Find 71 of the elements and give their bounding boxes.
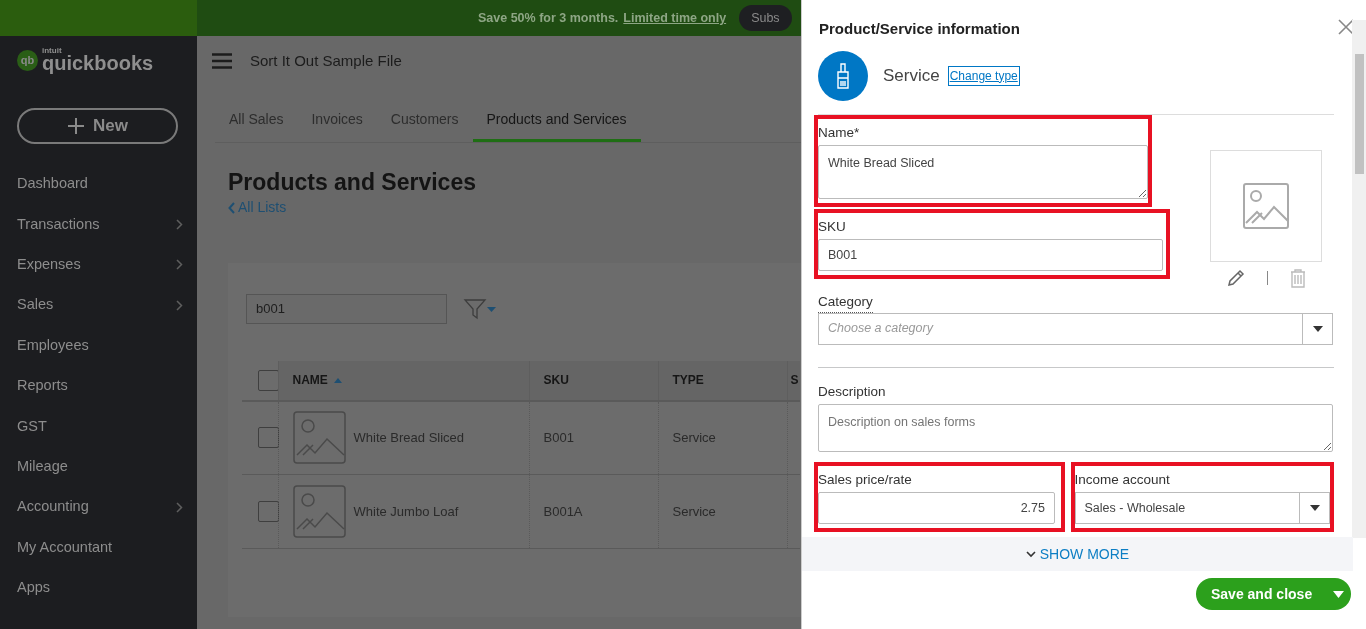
caret-icon	[1333, 590, 1344, 598]
sidebar-item[interactable]: My Accountant	[0, 527, 197, 568]
caret-icon	[1309, 505, 1320, 512]
sidebar-item[interactable]: Accounting	[0, 487, 197, 528]
save-and-close-button[interactable]: Save and close	[1196, 578, 1351, 610]
item-type: Service	[883, 64, 940, 87]
new-button[interactable]: New	[17, 108, 178, 144]
table-cell: Service	[672, 430, 716, 446]
image-placeholder-icon	[292, 411, 346, 465]
image-placeholder-icon	[292, 485, 346, 539]
company-name: Sort It Out Sample File	[250, 50, 402, 71]
caret-icon	[1312, 325, 1323, 332]
sidebar-item[interactable]: Sales	[0, 285, 197, 326]
sidebar-item[interactable]: Apps	[0, 567, 197, 609]
column-header[interactable]: S	[787, 360, 800, 401]
category-select[interactable]: Choose a category	[818, 312, 1333, 345]
chevron-left-icon	[228, 201, 236, 214]
trash-icon[interactable]	[1289, 267, 1306, 288]
field-label: Sales price/rate	[818, 471, 912, 489]
table-cell: B001A	[543, 503, 583, 519]
select-all-checkbox[interactable]	[258, 369, 279, 391]
sort-arrow-icon	[332, 377, 343, 385]
offer-link[interactable]: Limited time only	[623, 8, 727, 28]
tab[interactable]: Customers	[376, 100, 473, 142]
change-type-link[interactable]: Change type	[947, 65, 1020, 86]
sidebar-item[interactable]: Mileage	[0, 446, 197, 488]
show-more-button[interactable]: SHOW MORE	[1025, 543, 1130, 565]
banner-text: Save 50% for 3 months.	[478, 9, 619, 27]
row-checkbox[interactable]	[258, 427, 279, 449]
field-label: Income account	[1074, 471, 1170, 489]
plus-icon	[67, 117, 85, 135]
logo-subtext: intuit	[42, 47, 63, 55]
page-title: Products and Services	[228, 169, 476, 197]
logo-text: quickbooks	[42, 53, 154, 73]
field-label: Name*	[818, 123, 860, 142]
sidebar-item[interactable]: Employees	[0, 325, 197, 366]
sidebar-item[interactable]: Transactions	[0, 204, 197, 245]
table-cell: B001	[543, 430, 574, 446]
column-header[interactable]: TYPE	[658, 360, 787, 401]
sku-field[interactable]: B001	[818, 239, 1163, 271]
chevron-down-icon	[1025, 550, 1036, 558]
price-field[interactable]: 2.75	[818, 492, 1055, 525]
table-cell: Service	[672, 503, 716, 519]
field-label: Description	[818, 382, 886, 401]
filter-icon[interactable]	[463, 297, 497, 320]
search-field[interactable]: b001	[246, 293, 447, 324]
description-field[interactable]: Description on sales forms	[818, 404, 1333, 452]
pencil-icon[interactable]	[1226, 268, 1245, 287]
menu-icon[interactable]	[212, 53, 232, 69]
image-upload-box[interactable]	[1210, 149, 1322, 262]
column-header[interactable]: SKU	[529, 360, 658, 401]
service-type-icon	[818, 50, 868, 101]
scrollbar[interactable]	[1352, 20, 1366, 538]
sidebar-item[interactable]: Dashboard	[0, 164, 197, 205]
sidebar-item[interactable]: Expenses	[0, 244, 197, 286]
income-account-select[interactable]: Sales - Wholesale	[1074, 492, 1330, 525]
table-cell-text: White Bread Sliced	[353, 429, 465, 448]
name-field[interactable]: White Bread Sliced	[818, 144, 1148, 199]
panel-title: Product/Service information	[819, 19, 1020, 39]
table-cell-text: White Jumbo Loaf	[353, 502, 459, 521]
sidebar-item[interactable]: GST	[0, 406, 197, 447]
row-checkbox[interactable]	[258, 501, 279, 523]
tab[interactable]: All Sales	[215, 100, 298, 142]
field-label: Category	[818, 287, 873, 313]
column-header[interactable]: NAME	[278, 360, 529, 401]
tab[interactable]: Products and Services	[472, 100, 641, 142]
logo-mark: qb	[17, 49, 38, 71]
subscribe-button[interactable]: Subs	[739, 4, 792, 32]
sidebar-item[interactable]: Reports	[0, 365, 197, 407]
field-label: SKU	[818, 217, 846, 236]
tab[interactable]: Invoices	[297, 100, 377, 142]
